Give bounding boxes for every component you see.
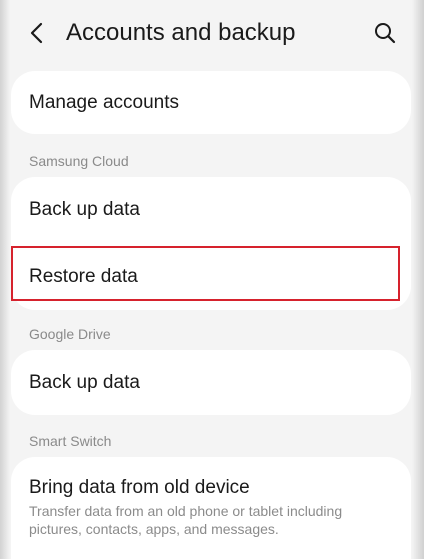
google-back-up-data-item[interactable]: Back up data (11, 350, 411, 415)
restore-data-item[interactable]: Restore data (11, 243, 411, 310)
manage-accounts-card: Manage accounts (11, 71, 411, 134)
manage-accounts-label: Manage accounts (29, 91, 179, 113)
samsung-back-up-data-label: Back up data (29, 199, 140, 220)
bring-data-description-line-1: Transfer data from an old phone or table… (29, 503, 343, 519)
screen-edge-right (412, 0, 424, 559)
page-title: Accounts and backup (66, 19, 296, 46)
app-bar: Accounts and backup (0, 0, 424, 66)
bring-data-item[interactable]: Bring data from old device Transfer data… (11, 457, 411, 538)
bring-data-label: Bring data from old device (29, 477, 250, 498)
samsung-cloud-header: Samsung Cloud (29, 153, 129, 169)
samsung-back-up-data-item[interactable]: Back up data (11, 177, 411, 243)
google-back-up-data-label: Back up data (29, 371, 140, 393)
samsung-cloud-card: Back up data Restore data (11, 177, 411, 310)
screen-edge-left (0, 0, 10, 559)
back-button[interactable] (22, 18, 52, 48)
search-icon (375, 23, 396, 44)
chevron-left-icon (30, 22, 43, 44)
smart-switch-card: Bring data from old device Transfer data… (11, 457, 411, 559)
manage-accounts-item[interactable]: Manage accounts (11, 71, 411, 134)
bring-data-description: Transfer data from an old phone or table… (29, 502, 393, 538)
smart-switch-header: Smart Switch (29, 433, 112, 449)
search-button[interactable] (370, 18, 400, 48)
accounts-and-backup-screen: Accounts and backup Manage accounts Sams… (0, 0, 424, 559)
google-drive-header: Google Drive (29, 326, 111, 342)
bring-data-description-line-2: pictures, contacts, apps, and messages. (29, 521, 279, 537)
google-drive-card: Back up data (11, 350, 411, 415)
restore-data-label: Restore data (29, 265, 138, 287)
